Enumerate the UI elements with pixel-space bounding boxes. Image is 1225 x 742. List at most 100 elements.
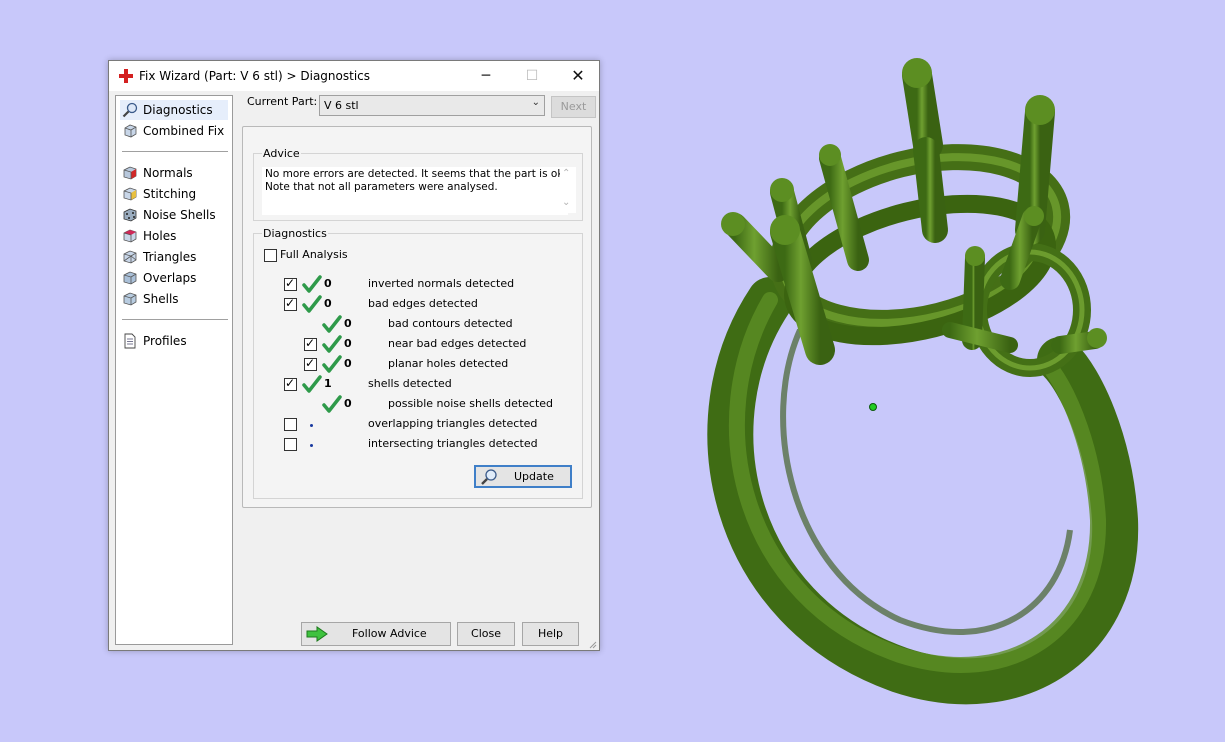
row-label: possible noise shells detected (388, 397, 554, 410)
row-label: inverted normals detected (368, 277, 515, 290)
next-button[interactable]: Next (551, 96, 596, 118)
nav-item-profiles[interactable]: Profiles (120, 331, 228, 351)
nav-item-holes[interactable]: Holes (120, 226, 228, 246)
checkmark-icon: ✓ (305, 336, 316, 350)
advice-line: No more errors are detected. It seems th… (265, 168, 567, 180)
nav-item-label: Overlaps (143, 271, 197, 285)
row-label: shells detected (368, 377, 452, 390)
nav-divider (122, 151, 228, 152)
full-analysis-checkbox[interactable] (264, 249, 277, 262)
nav-item-noise-shells[interactable]: Noise Shells (120, 205, 228, 225)
ok-check-icon (322, 335, 342, 353)
ok-check-icon (322, 315, 342, 333)
follow-advice-button[interactable]: Follow Advice (301, 622, 451, 646)
normals-cube-icon (123, 166, 137, 180)
ring-3d-model[interactable] (640, 40, 1225, 720)
bad-edges-checkbox[interactable]: ✓ (284, 296, 297, 311)
maximize-button[interactable]: ☐ (509, 61, 555, 91)
nav-divider (122, 319, 228, 320)
checkmark-icon: ✓ (285, 296, 296, 310)
magnifier-icon (122, 102, 138, 118)
advice-line: Note that not all parameters were analys… (265, 181, 498, 193)
nav-item-triangles[interactable]: Triangles (120, 247, 228, 267)
intersecting-triangles-checkbox[interactable] (284, 438, 297, 451)
row-count: 1 (324, 377, 332, 390)
nav-item-shells[interactable]: Shells (120, 289, 228, 309)
row-count: 0 (344, 397, 352, 410)
ok-check-icon (322, 355, 342, 373)
overlapping-triangles-checkbox[interactable] (284, 418, 297, 431)
checkmark-icon: ✓ (285, 376, 296, 390)
row-label: near bad edges detected (388, 337, 527, 350)
resize-grip-icon[interactable] (587, 639, 597, 649)
inverted-normals-checkbox[interactable]: ✓ (284, 276, 297, 291)
nav-item-label: Normals (143, 166, 193, 180)
current-part-value: V 6 stl (324, 99, 359, 112)
nav-item-stitching[interactable]: Stitching (120, 184, 228, 204)
diagnostics-group: Diagnostics Full Analysis ✓ 0 inverted n… (253, 227, 583, 499)
checkmark-icon: ✓ (285, 276, 296, 290)
shells-cube-icon (123, 292, 137, 306)
close-window-button[interactable]: ✕ (555, 61, 601, 91)
row-label: intersecting triangles detected (368, 437, 538, 450)
nav-item-label: Profiles (143, 334, 187, 348)
not-analysed-dot-icon (310, 424, 313, 427)
nav-item-overlaps[interactable]: Overlaps (120, 268, 228, 288)
row-count: 0 (324, 297, 332, 310)
ok-check-icon (302, 275, 322, 293)
scroll-up-icon[interactable]: ⌃ (562, 168, 570, 179)
magnifier-icon (481, 469, 497, 485)
nav-item-label: Holes (143, 229, 177, 243)
diagnostics-group-title: Diagnostics (262, 227, 328, 240)
minimize-button[interactable]: ─ (463, 61, 509, 91)
close-button[interactable]: Close (457, 622, 515, 646)
stitching-cube-icon (123, 187, 137, 201)
full-analysis-label: Full Analysis (280, 248, 348, 261)
nav-item-combined-fix[interactable]: Combined Fix (120, 121, 228, 141)
row-count: 0 (344, 317, 352, 330)
nav-item-label: Combined Fix (143, 124, 225, 138)
ok-check-icon (302, 375, 322, 393)
red-cross-icon (119, 69, 133, 83)
checkmark-icon: ✓ (305, 356, 316, 370)
advice-group-title: Advice (262, 147, 301, 160)
profiles-document-icon (124, 333, 136, 349)
scroll-down-icon[interactable]: ⌄ (562, 197, 570, 208)
row-label: overlapping triangles detected (368, 417, 538, 430)
row-count: 0 (344, 337, 352, 350)
advice-text-area[interactable]: No more errors are detected. It seems th… (262, 167, 568, 215)
arrow-right-icon (306, 626, 328, 642)
nav-item-diagnostics[interactable]: Diagnostics (120, 100, 228, 120)
window-title: Fix Wizard (Part: V 6 stl) > Diagnostics (139, 69, 371, 83)
row-count: 0 (344, 357, 352, 370)
nav-item-label: Triangles (143, 250, 197, 264)
overlaps-cube-icon (123, 271, 137, 285)
nav-item-label: Noise Shells (143, 208, 216, 222)
update-button[interactable]: Update (474, 465, 572, 488)
not-analysed-dot-icon (310, 444, 313, 447)
help-button[interactable]: Help (522, 622, 579, 646)
row-count: 0 (324, 277, 332, 290)
title-bar[interactable]: Fix Wizard (Part: V 6 stl) > Diagnostics… (109, 61, 599, 91)
nav-item-label: Stitching (143, 187, 197, 201)
advice-scrollbar[interactable]: ⌃ ⌄ (560, 167, 576, 213)
shells-checkbox[interactable]: ✓ (284, 376, 297, 391)
row-label: bad edges detected (368, 297, 478, 310)
diagnostics-panel: Advice No more errors are detected. It s… (242, 126, 592, 508)
ok-check-icon (322, 395, 342, 413)
nav-item-normals[interactable]: Normals (120, 163, 228, 183)
chevron-down-icon: ⌄ (531, 97, 540, 108)
nav-item-label: Diagnostics (143, 103, 213, 117)
update-button-label: Update (514, 470, 554, 483)
rotation-center-marker (869, 403, 877, 411)
planar-holes-checkbox[interactable]: ✓ (304, 356, 317, 371)
advice-group: Advice No more errors are detected. It s… (253, 147, 583, 221)
row-label: planar holes detected (388, 357, 509, 370)
current-part-label: Current Part: (247, 95, 318, 108)
noise-shells-icon (123, 208, 137, 222)
nav-item-label: Shells (143, 292, 179, 306)
triangles-cube-icon (123, 250, 137, 264)
near-bad-edges-checkbox[interactable]: ✓ (304, 336, 317, 351)
current-part-dropdown[interactable]: V 6 stl ⌄ (319, 95, 545, 116)
ok-check-icon (302, 295, 322, 313)
